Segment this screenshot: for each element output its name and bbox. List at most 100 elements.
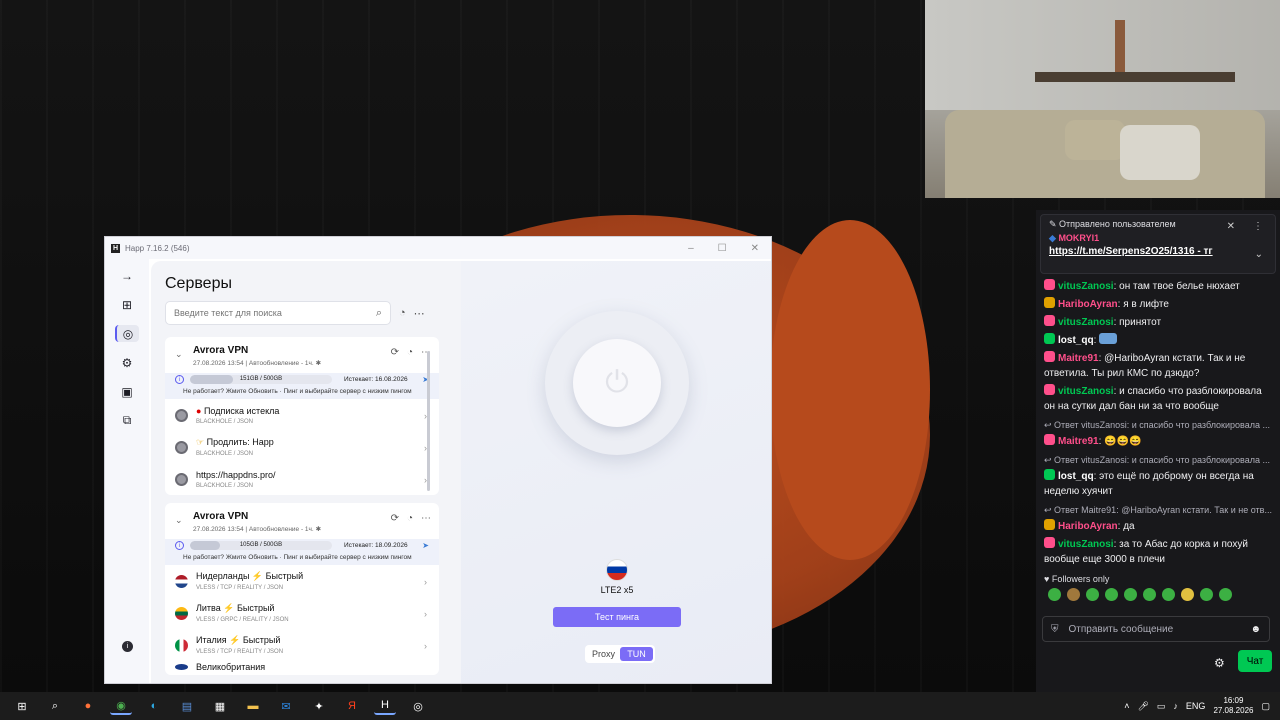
- telegram-icon[interactable]: ➤: [422, 541, 429, 550]
- chat-text: : он там твое белье нюхает: [1113, 281, 1240, 292]
- chat-message: HariboAyran: я в лифте: [1044, 297, 1272, 312]
- mode-proxy[interactable]: Proxy: [587, 647, 620, 661]
- chevron-down-icon[interactable]: ⌄: [175, 515, 183, 526]
- chat-username[interactable]: vitusZanosi: [1058, 317, 1114, 328]
- emote-icon[interactable]: [1162, 588, 1175, 601]
- windows-start-icon[interactable]: ⊞: [11, 697, 33, 715]
- close-icon[interactable]: ✕: [751, 243, 759, 254]
- refresh-icon[interactable]: ⟳: [391, 513, 399, 524]
- chevron-right-icon: ›: [424, 609, 427, 619]
- network-icon[interactable]: ▭: [1157, 701, 1166, 712]
- microphone-icon[interactable]: 🎤︎: [1137, 701, 1148, 712]
- chat-username[interactable]: lost_qq: [1058, 335, 1094, 346]
- emote-icon[interactable]: [1181, 588, 1194, 601]
- search-input[interactable]: [174, 308, 364, 318]
- info-icon[interactable]: i: [175, 541, 184, 550]
- folder-icon[interactable]: ▬: [242, 697, 264, 715]
- reply-reference[interactable]: ↩ Ответ vitusZanosi: и спасибо что разбл…: [1044, 455, 1272, 466]
- chat-send-button[interactable]: Чат: [1238, 650, 1272, 672]
- current-server-name[interactable]: LTE2 x5: [461, 585, 771, 595]
- mail-icon[interactable]: ✉: [275, 697, 297, 715]
- chat-username[interactable]: lost_qq: [1058, 471, 1094, 482]
- emote-icon[interactable]: [1105, 588, 1118, 601]
- connect-arrow-icon[interactable]: →: [115, 267, 139, 284]
- chevron-up-icon[interactable]: ˄: [1124, 701, 1129, 711]
- power-button[interactable]: ⏻: [573, 339, 661, 427]
- more-options-icon[interactable]: ⋯: [414, 307, 425, 320]
- ping-test-button[interactable]: Тест пинга: [553, 607, 681, 627]
- server-item[interactable]: Литва ⚡ Быстрый VLESS / GRPC / REALITY /…: [165, 597, 439, 629]
- image-icon[interactable]: ▣: [115, 383, 139, 400]
- chat-username[interactable]: HariboAyran: [1058, 299, 1118, 310]
- yandex-icon[interactable]: Я: [341, 697, 363, 715]
- server-item[interactable]: Нидерланды ⚡ Быстрый VLESS / TCP / REALI…: [165, 565, 439, 597]
- pinned-message[interactable]: ✎ Отправлено пользователем ◆ MOKRYI1 htt…: [1040, 214, 1276, 274]
- search-icon[interactable]: ⌕: [44, 697, 66, 715]
- more-options-icon[interactable]: ⋯: [421, 513, 431, 524]
- scrollbar[interactable]: [427, 351, 430, 491]
- settings-icon[interactable]: ⚙: [115, 354, 139, 371]
- add-icon[interactable]: ⊞: [115, 296, 139, 313]
- badge-icon: [1044, 519, 1055, 530]
- search-icon[interactable]: ⌕: [376, 307, 382, 320]
- chrome-icon[interactable]: ◉: [110, 697, 132, 715]
- chat-username[interactable]: Maitre91: [1058, 436, 1099, 447]
- clock[interactable]: 16:09 27.08.2026: [1213, 696, 1253, 716]
- refresh-icon[interactable]: ⟳: [391, 347, 399, 358]
- reply-reference[interactable]: ↩ Ответ vitusZanosi: и спасибо что разбл…: [1044, 420, 1272, 431]
- notification-icon[interactable]: ▢: [1261, 701, 1270, 712]
- italy-flag-icon: [175, 638, 188, 652]
- language-indicator[interactable]: ENG: [1186, 701, 1206, 711]
- info-icon[interactable]: i: [175, 375, 184, 384]
- firefox-icon[interactable]: ●: [77, 697, 99, 715]
- obs-icon[interactable]: ◎: [407, 697, 429, 715]
- chevron-right-icon: ›: [424, 577, 427, 587]
- more-options-icon[interactable]: ⋮: [1253, 221, 1263, 232]
- subscription-group: ⌄ Avrora VPN 27.08.2026 13:54 | Автообно…: [165, 337, 439, 495]
- server-item[interactable]: Великобритания: [165, 661, 439, 675]
- happ-icon[interactable]: H: [374, 697, 396, 715]
- mode-tun[interactable]: TUN: [620, 647, 653, 661]
- emote-icon[interactable]: [1143, 588, 1156, 601]
- unpin-icon[interactable]: ✕: [1227, 221, 1235, 232]
- emote-icon[interactable]: [1048, 588, 1061, 601]
- chat-username[interactable]: vitusZanosi: [1058, 539, 1114, 550]
- emote-icon[interactable]: [1086, 588, 1099, 601]
- pinned-link[interactable]: https://t.me/Serpens2O25/1316: [1049, 246, 1195, 257]
- minimize-icon[interactable]: –: [688, 243, 694, 254]
- server-item[interactable]: Италия ⚡ Быстрый VLESS / TCP / REALITY /…: [165, 629, 439, 661]
- ping-icon[interactable]: ◔: [399, 307, 406, 319]
- chat-username[interactable]: HariboAyran: [1058, 521, 1118, 532]
- clipboard-icon[interactable]: ⧉: [115, 412, 139, 429]
- info-icon[interactable]: i: [122, 641, 133, 652]
- chat-input-placeholder: Отправить сообщение: [1068, 623, 1174, 635]
- servers-globe-icon[interactable]: ◎: [115, 325, 139, 342]
- chat-input[interactable]: ⛨ Отправить сообщение ☻: [1042, 616, 1270, 642]
- window-titlebar[interactable]: H Happ 7.16.2 (546) – ☐ ✕: [105, 237, 771, 259]
- ping-icon[interactable]: ◔: [407, 347, 413, 358]
- gear-icon[interactable]: ⚙: [1214, 656, 1225, 670]
- server-item[interactable]: ● Подписка истекла BLACKHOLE / JSON ›: [165, 399, 439, 431]
- emoji-icon[interactable]: ☻: [1250, 624, 1261, 635]
- emote-icon[interactable]: [1219, 588, 1232, 601]
- chat-username[interactable]: vitusZanosi: [1058, 386, 1114, 397]
- store-icon[interactable]: ▦: [209, 697, 231, 715]
- chat-username[interactable]: vitusZanosi: [1058, 281, 1114, 292]
- chevron-down-icon[interactable]: ⌄: [175, 349, 183, 360]
- emote-icon[interactable]: [1124, 588, 1137, 601]
- sparkle-icon[interactable]: ✦: [308, 697, 330, 715]
- badge-icon: [1044, 315, 1055, 326]
- emote-icon[interactable]: [1200, 588, 1213, 601]
- server-item[interactable]: ☞ Продлить: Happ BLACKHOLE / JSON ›: [165, 431, 439, 463]
- shield-icon: ⛨: [1051, 623, 1059, 635]
- ping-icon[interactable]: ◔: [407, 513, 413, 524]
- chevron-down-icon[interactable]: ⌄: [1255, 249, 1263, 260]
- chat-username[interactable]: Maitre91: [1058, 353, 1099, 364]
- save-icon[interactable]: ▤: [176, 697, 198, 715]
- volume-icon[interactable]: ♪: [1173, 701, 1178, 711]
- reply-reference[interactable]: ↩ Ответ Maitre91: @HariboAyran кстати. Т…: [1044, 505, 1272, 516]
- emote-icon[interactable]: [1067, 588, 1080, 601]
- edge-icon[interactable]: ◐: [143, 697, 165, 715]
- maximize-icon[interactable]: ☐: [718, 243, 727, 254]
- server-item[interactable]: https://happdns.pro/ BLACKHOLE / JSON ›: [165, 463, 439, 495]
